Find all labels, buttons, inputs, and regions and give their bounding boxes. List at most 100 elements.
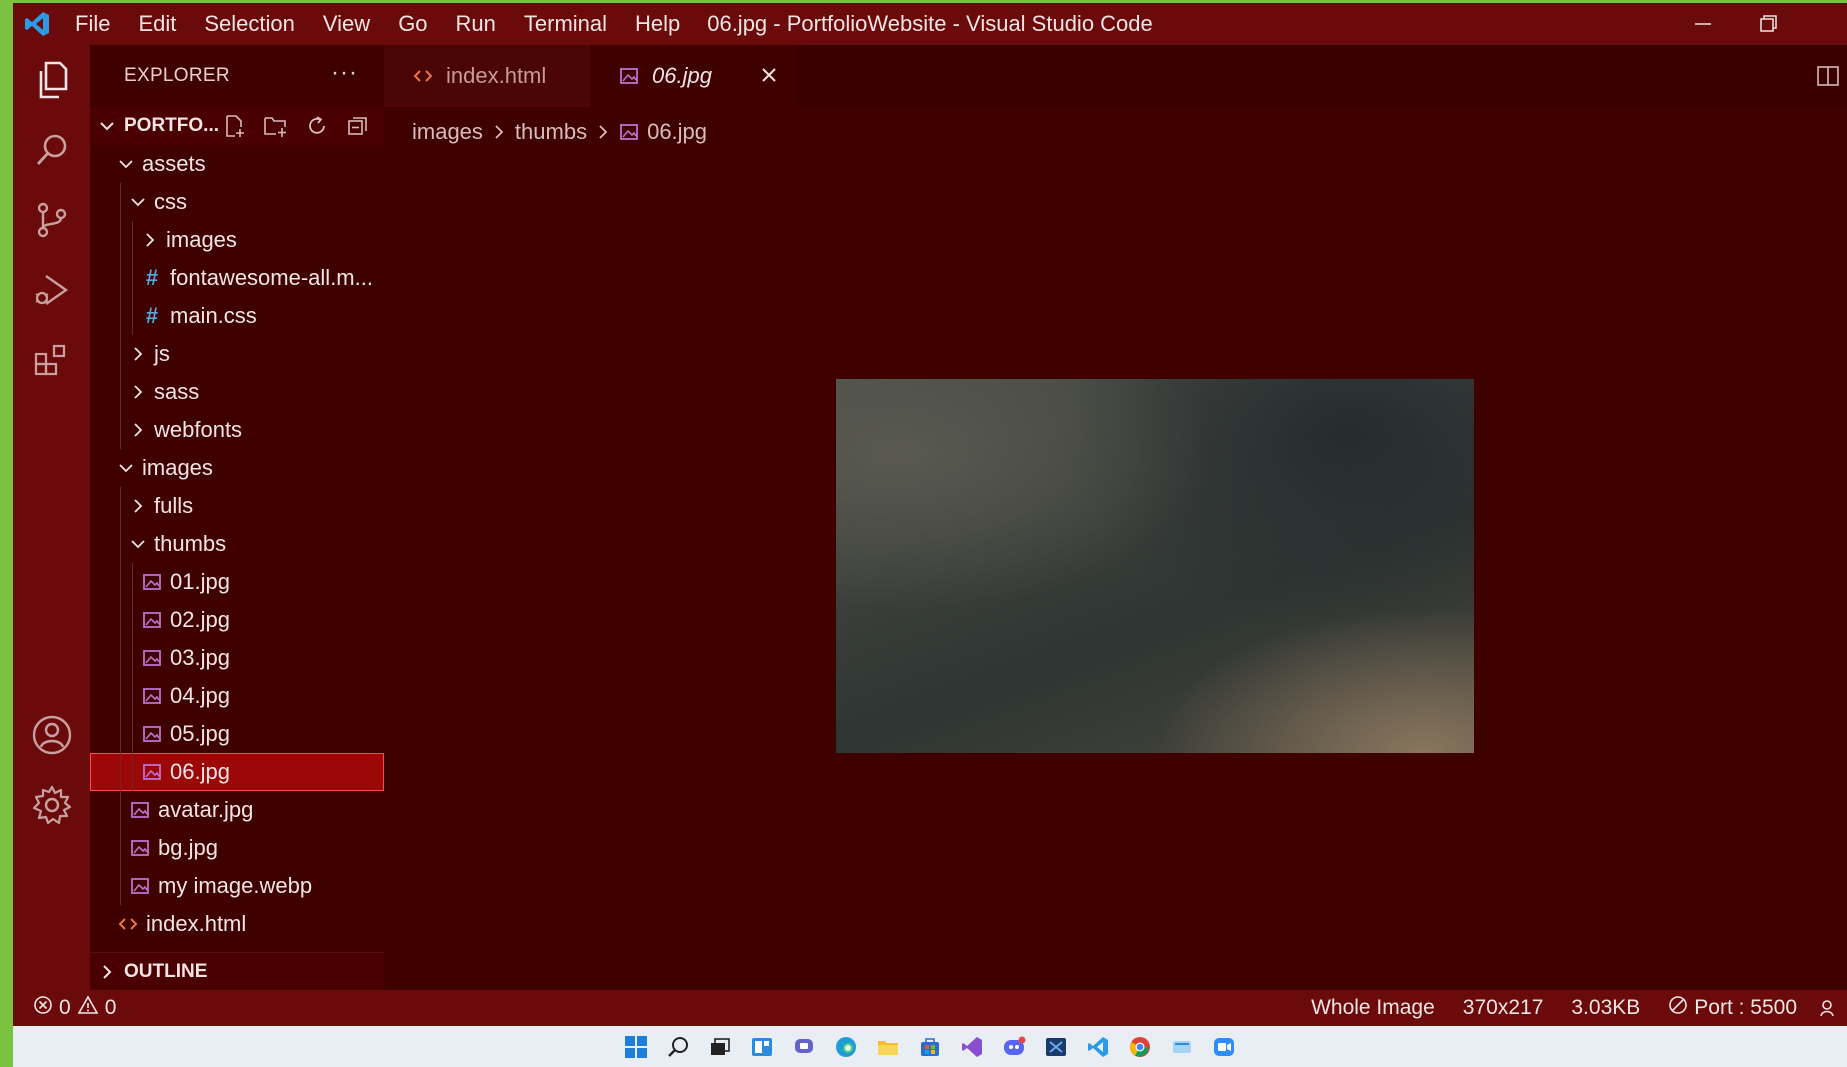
tree-item-label: js: [154, 341, 170, 366]
outline-title: OUTLINE: [124, 960, 208, 982]
widgets-icon[interactable]: [745, 1030, 779, 1064]
breadcrumb-file[interactable]: 06.jpg: [647, 119, 707, 145]
windows-start-icon[interactable]: [619, 1030, 653, 1064]
indent-guide: [120, 753, 121, 791]
extensions-icon[interactable]: [13, 325, 90, 395]
outline-section-header[interactable]: OUTLINE: [90, 952, 384, 990]
chevron-right-icon: [126, 384, 150, 400]
indent-guide: [132, 297, 133, 335]
file-explorer-icon[interactable]: [871, 1030, 905, 1064]
teams-chat-icon[interactable]: [787, 1030, 821, 1064]
indent-guide: [120, 297, 121, 335]
tree-item-label: images: [166, 227, 237, 252]
menu-view[interactable]: View: [309, 3, 384, 45]
search-icon[interactable]: [13, 115, 90, 185]
collapse-all-icon[interactable]: [342, 111, 374, 141]
close-tab-icon[interactable]: [756, 62, 782, 88]
new-folder-icon[interactable]: [260, 111, 292, 141]
more-actions-icon[interactable]: ···: [331, 59, 358, 87]
tree-item-css[interactable]: css: [90, 183, 384, 221]
tree-item-avatar-jpg[interactable]: avatar.jpg: [90, 791, 384, 829]
menu-edit[interactable]: Edit: [124, 3, 190, 45]
menu-file[interactable]: File: [61, 3, 124, 45]
tree-item-02-jpg[interactable]: 02.jpg: [90, 601, 384, 639]
problems-indicator[interactable]: 0 0: [13, 995, 116, 1021]
tree-item-js[interactable]: js: [90, 335, 384, 373]
tree-item-label: 05.jpg: [170, 721, 230, 746]
menu-run[interactable]: Run: [442, 3, 510, 45]
notepad-icon[interactable]: [1165, 1030, 1199, 1064]
tree-item-index-html[interactable]: index.html: [90, 905, 384, 943]
indent-guide: [120, 867, 121, 905]
tab-index-html[interactable]: index.html: [384, 45, 590, 107]
live-server-port[interactable]: Port : 5500: [1654, 995, 1811, 1021]
minimize-button[interactable]: [1671, 3, 1735, 45]
tab-label: index.html: [446, 63, 547, 88]
indent-guide: [120, 639, 121, 677]
explorer-icon[interactable]: [13, 45, 90, 115]
tab-label: 06.jpg: [652, 63, 712, 88]
tree-item-06-jpg[interactable]: 06.jpg: [90, 753, 384, 791]
snipping-tool-icon[interactable]: [1039, 1030, 1073, 1064]
tree-item-03-jpg[interactable]: 03.jpg: [90, 639, 384, 677]
chevron-right-icon: [597, 124, 609, 140]
tree-item-fulls[interactable]: fulls: [90, 487, 384, 525]
accounts-icon[interactable]: [13, 700, 90, 770]
visual-studio-icon[interactable]: [955, 1030, 989, 1064]
tree-item-assets[interactable]: assets: [90, 145, 384, 183]
task-view-icon[interactable]: [703, 1030, 737, 1064]
menu-terminal[interactable]: Terminal: [510, 3, 621, 45]
vscode-taskbar-icon[interactable]: [1081, 1030, 1115, 1064]
refresh-icon[interactable]: [301, 111, 333, 141]
zoom-icon[interactable]: [1207, 1030, 1241, 1064]
explorer-sidebar: EXPLORER ··· PORTFO... assets css images…: [90, 45, 384, 990]
tree-item-fontawesome-all-m[interactable]: # fontawesome-all.m...: [90, 259, 384, 297]
tree-item-05-jpg[interactable]: 05.jpg: [90, 715, 384, 753]
status-bar: 0 0 Whole Image 370x217 3.03KB Port : 55…: [13, 990, 1847, 1026]
image-file-icon: [138, 763, 166, 781]
tree-item-images[interactable]: images: [90, 221, 384, 259]
menu-go[interactable]: Go: [384, 3, 441, 45]
feedback-icon[interactable]: [1811, 998, 1847, 1018]
restore-button[interactable]: [1737, 3, 1801, 45]
breadcrumb-thumbs[interactable]: thumbs: [515, 119, 587, 145]
menu-help[interactable]: Help: [621, 3, 694, 45]
tree-item-thumbs[interactable]: thumbs: [90, 525, 384, 563]
edge-browser-icon[interactable]: [829, 1030, 863, 1064]
image-dimensions-status: 370x217: [1462, 996, 1544, 1019]
discord-icon[interactable]: [997, 1030, 1031, 1064]
tree-item-main-css[interactable]: # main.css: [90, 297, 384, 335]
tree-item-label: 03.jpg: [170, 645, 230, 670]
tree-item-01-jpg[interactable]: 01.jpg: [90, 563, 384, 601]
chrome-icon[interactable]: [1123, 1030, 1157, 1064]
store-icon[interactable]: [913, 1030, 947, 1064]
tab-06-jpg[interactable]: 06.jpg: [590, 45, 796, 107]
title-bar: File Edit Selection View Go Run Terminal…: [13, 3, 1847, 45]
port-label: Port : 5500: [1694, 996, 1797, 1019]
indent-guide: [132, 639, 133, 677]
chevron-right-icon: [138, 232, 162, 248]
indent-guide: [132, 753, 133, 791]
tree-item-my-image-webp[interactable]: my image.webp: [90, 867, 384, 905]
tree-item-images[interactable]: images: [90, 449, 384, 487]
source-control-icon[interactable]: [13, 185, 90, 255]
tree-item-label: main.css: [170, 303, 257, 328]
run-debug-icon[interactable]: [13, 255, 90, 325]
tree-item-webfonts[interactable]: webfonts: [90, 411, 384, 449]
image-file-icon: [138, 725, 166, 743]
tree-item-sass[interactable]: sass: [90, 373, 384, 411]
tree-item-04-jpg[interactable]: 04.jpg: [90, 677, 384, 715]
taskbar-search-icon[interactable]: [661, 1030, 695, 1064]
workspace-section-header[interactable]: PORTFO...: [90, 107, 384, 145]
vscode-logo-icon: [13, 3, 61, 45]
settings-gear-icon[interactable]: [13, 770, 90, 840]
indent-guide: [132, 715, 133, 753]
new-file-icon[interactable]: [219, 111, 251, 141]
image-zoom-status[interactable]: Whole Image: [1297, 996, 1449, 1020]
image-file-icon: [138, 649, 166, 667]
tree-item-label: webfonts: [154, 417, 243, 442]
breadcrumb-images[interactable]: images: [412, 119, 483, 145]
menu-selection[interactable]: Selection: [190, 3, 309, 45]
split-editor-icon[interactable]: [1815, 63, 1841, 89]
tree-item-bg-jpg[interactable]: bg.jpg: [90, 829, 384, 867]
